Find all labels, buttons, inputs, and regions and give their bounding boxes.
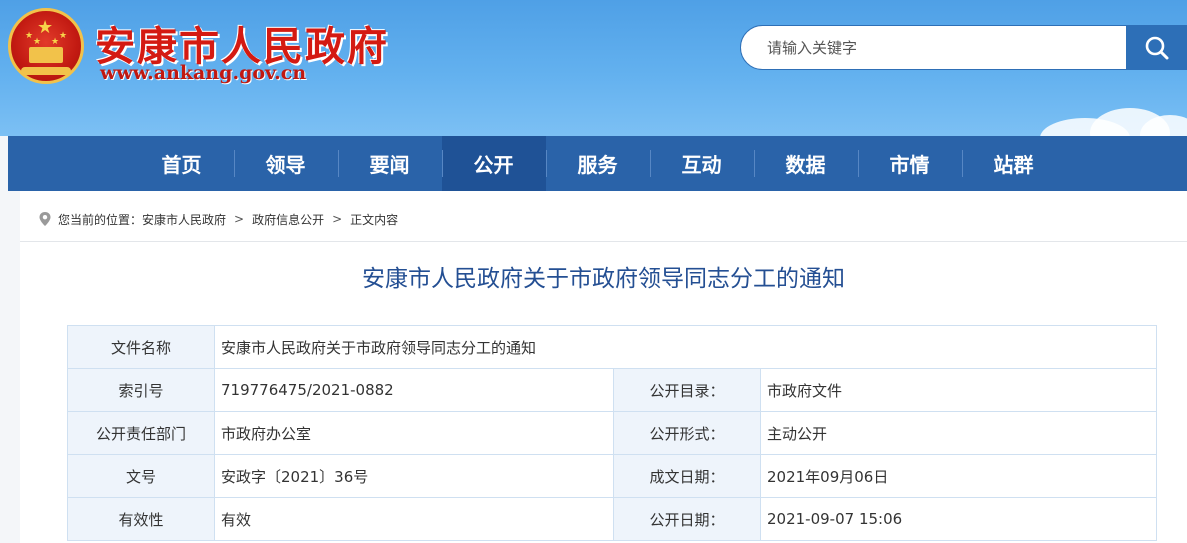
written-date-label: 成文日期： <box>613 454 761 498</box>
nav-item-leaders[interactable]: 领导 <box>233 136 338 191</box>
national-emblem-icon: ★ ★ ★ ★ ★ <box>8 8 84 84</box>
nav-item-site-group[interactable]: 站群 <box>961 136 1066 191</box>
catalog-label: 公开目录： <box>613 368 761 412</box>
nav-item-home[interactable]: 首页 <box>130 136 234 191</box>
nav-item-data[interactable]: 数据 <box>753 136 858 191</box>
table-row: 有效性 有效 公开日期： 2021-09-07 15:06 <box>67 497 1157 541</box>
breadcrumb-home-link[interactable]: 安康市人民政府 <box>142 211 226 228</box>
nav-item-city-info[interactable]: 市情 <box>857 136 962 191</box>
nav-item-disclosure[interactable]: 公开 <box>441 136 546 191</box>
file-name-label: 文件名称 <box>67 325 215 369</box>
table-row: 公开责任部门 市政府办公室 公开形式： 主动公开 <box>67 411 1157 455</box>
search-input[interactable] <box>740 25 1130 70</box>
publish-date-label: 公开日期： <box>613 497 761 541</box>
breadcrumb-separator: > <box>234 212 245 226</box>
publish-date-value: 2021-09-07 15:06 <box>760 497 1157 541</box>
breadcrumb: 您当前的位置： 安康市人民政府 > 政府信息公开 > 正文内容 <box>38 209 398 229</box>
validity-label: 有效性 <box>67 497 215 541</box>
breadcrumb-separator: > <box>332 212 343 226</box>
page-title: 安康市人民政府关于市政府领导同志分工的通知 <box>362 266 845 292</box>
index-label: 索引号 <box>67 368 215 412</box>
breadcrumb-prefix: 您当前的位置： <box>58 212 143 227</box>
validity-value: 有效 <box>214 497 614 541</box>
search-button[interactable] <box>1126 25 1187 70</box>
breadcrumb-disclosure-link[interactable]: 政府信息公开 <box>252 211 324 228</box>
nav-item-services[interactable]: 服务 <box>545 136 650 191</box>
doc-no-label: 文号 <box>67 454 215 498</box>
document-info-table: 文件名称 安康市人民政府关于市政府领导同志分工的通知 索引号 719776475… <box>67 325 1157 541</box>
nav-item-news[interactable]: 要闻 <box>337 136 442 191</box>
dept-label: 公开责任部门 <box>67 411 215 455</box>
form-label: 公开形式： <box>613 411 761 455</box>
content-panel: 您当前的位置： 安康市人民政府 > 政府信息公开 > 正文内容 安康市人民政府关… <box>20 191 1187 543</box>
site-url: www.ankang.gov.cn <box>100 62 307 84</box>
nav-item-interaction[interactable]: 互动 <box>649 136 754 191</box>
location-pin-icon <box>39 212 51 226</box>
table-row: 文件名称 安康市人民政府关于市政府领导同志分工的通知 <box>67 325 1157 369</box>
breadcrumb-current: 正文内容 <box>350 212 399 227</box>
site-header: ★ ★ ★ ★ ★ 安康市人民政府 www.ankang.gov.cn <box>0 0 1187 136</box>
file-name-value: 安康市人民政府关于市政府领导同志分工的通知 <box>214 325 1157 369</box>
main-nav: 首页 领导 要闻 公开 服务 互动 数据 市情 站群 <box>8 136 1187 191</box>
table-row: 索引号 719776475/2021-0882 公开目录： 市政府文件 <box>67 368 1157 412</box>
dept-value: 市政府办公室 <box>214 411 614 455</box>
doc-no-value: 安政字〔2021〕36号 <box>214 454 614 498</box>
table-row: 文号 安政字〔2021〕36号 成文日期： 2021年09月06日 <box>67 454 1157 498</box>
catalog-value: 市政府文件 <box>760 368 1157 412</box>
form-value: 主动公开 <box>760 411 1157 455</box>
written-date-value: 2021年09月06日 <box>760 454 1157 498</box>
index-value: 719776475/2021-0882 <box>214 368 614 412</box>
divider <box>20 241 1187 242</box>
search-icon <box>1145 36 1168 59</box>
